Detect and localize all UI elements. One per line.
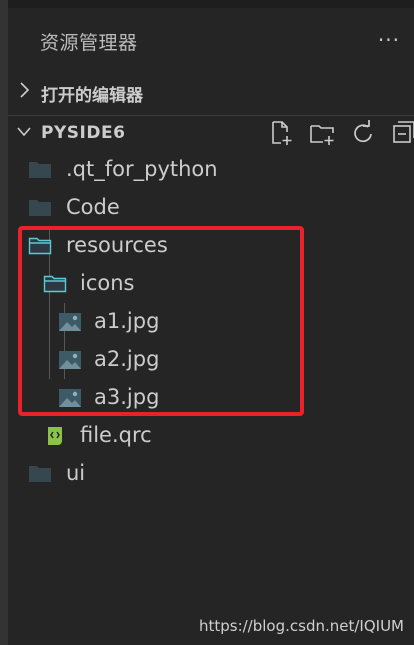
red-highlight-box	[18, 226, 304, 416]
folder-icon	[29, 162, 51, 178]
tree-item-label: Code	[66, 195, 120, 219]
tree-item-ui[interactable]: ui	[8, 455, 414, 493]
collapse-all-icon[interactable]	[388, 118, 414, 148]
chevron-down-icon	[17, 127, 31, 137]
explorer-panel: 资源管理器 ··· 打开的编辑器 PYSIDE6 .qt_for_python …	[8, 8, 414, 645]
tree-item-label: file.qrc	[80, 423, 152, 447]
new-folder-icon[interactable]	[308, 118, 338, 148]
watermark: https://blog.csdn.net/IQIUM	[198, 617, 404, 635]
open-editors-label: 打开的编辑器	[41, 86, 143, 106]
explorer-title: 资源管理器	[40, 32, 138, 54]
tree-item-label: .qt_for_python	[66, 157, 218, 181]
refresh-icon[interactable]	[348, 118, 378, 148]
activity-bar-edge	[0, 0, 8, 645]
chevron-right-icon	[20, 82, 30, 98]
workspace-section[interactable]: PYSIDE6	[8, 115, 414, 150]
top-strip	[8, 0, 414, 8]
new-file-icon[interactable]	[266, 118, 296, 148]
folder-icon	[29, 200, 51, 216]
tree-item-code[interactable]: Code	[8, 189, 414, 227]
tree-item-qt-for-python[interactable]: .qt_for_python	[8, 151, 414, 189]
tree-item-file-qrc[interactable]: file.qrc	[8, 417, 414, 455]
tree-item-label: ui	[66, 461, 86, 485]
explorer-header: 资源管理器 ···	[8, 22, 414, 58]
more-actions-icon[interactable]: ···	[378, 28, 400, 52]
open-editors-section[interactable]: 打开的编辑器	[8, 74, 414, 108]
folder-icon	[29, 466, 51, 482]
qrc-file-icon	[48, 427, 62, 445]
workspace-label: PYSIDE6	[41, 123, 126, 143]
